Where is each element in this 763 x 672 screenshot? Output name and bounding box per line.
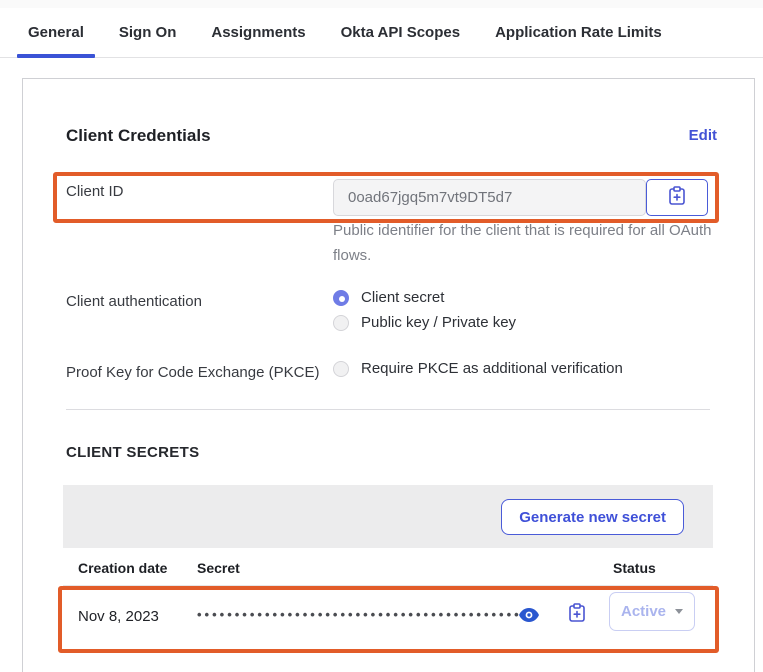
radio-button-icon[interactable] [333,290,349,306]
masked-secret-value: ••••••••••••••••••••••••••••••••••••••••… [197,607,522,622]
okta-app-settings-page: General Sign On Assignments Okta API Sco… [0,0,763,672]
copy-secret-button[interactable] [564,601,590,627]
reveal-secret-button[interactable] [516,603,542,629]
column-header-creation-date: Creation date [78,560,167,576]
client-secrets-heading: CLIENT SECRETS [66,444,199,461]
pkce-option-group: Require PKCE as additional verification [333,356,623,381]
column-header-secret: Secret [197,560,240,576]
edit-link[interactable]: Edit [689,127,717,144]
section-title-client-credentials: Client Credentials [66,126,211,146]
client-id-input[interactable] [333,179,646,216]
client-id-help-text: Public identifier for the client that is… [333,218,738,268]
clipboard-copy-icon [568,603,586,626]
client-secrets-toolbar: Generate new secret [63,485,713,548]
generate-new-secret-button[interactable]: Generate new secret [501,499,684,535]
tab-okta-api-scopes[interactable]: Okta API Scopes [330,8,472,57]
tab-application-rate-limits[interactable]: Application Rate Limits [484,8,673,57]
secret-status-dropdown[interactable]: Active [609,592,695,631]
pkce-label: Proof Key for Code Exchange (PKCE) [66,364,319,381]
checkbox-icon[interactable] [333,361,349,377]
radio-button-icon[interactable] [333,315,349,331]
caret-down-icon [675,609,683,614]
tab-general[interactable]: General [17,8,95,57]
radio-public-private-key-label: Public key / Private key [361,314,516,331]
radio-client-secret-label: Client secret [361,289,444,306]
copy-client-id-button[interactable] [646,179,708,216]
window-top-strip [0,0,763,8]
secrets-table-header: Creation date Secret Status [63,548,713,586]
section-divider [66,409,710,410]
column-header-status: Status [613,560,656,576]
checkbox-require-pkce[interactable]: Require PKCE as additional verification [333,356,623,381]
client-credentials-card: Client Credentials Edit Client ID Public… [22,78,755,672]
client-authentication-label: Client authentication [66,293,202,310]
checkbox-require-pkce-label: Require PKCE as additional verification [361,360,623,377]
clipboard-copy-icon [668,186,686,209]
tab-assignments[interactable]: Assignments [200,8,316,57]
radio-public-private-key[interactable]: Public key / Private key [333,310,516,335]
table-row: Nov 8, 2023 ••••••••••••••••••••••••••••… [63,586,713,650]
app-tab-bar: General Sign On Assignments Okta API Sco… [0,8,763,58]
status-badge: Active [621,603,666,620]
secret-creation-date: Nov 8, 2023 [78,608,159,625]
eye-icon [519,608,539,625]
client-authentication-options: Client secret Public key / Private key [333,285,516,335]
tab-sign-on[interactable]: Sign On [108,8,188,57]
radio-client-secret[interactable]: Client secret [333,285,516,310]
client-id-label: Client ID [66,183,124,200]
